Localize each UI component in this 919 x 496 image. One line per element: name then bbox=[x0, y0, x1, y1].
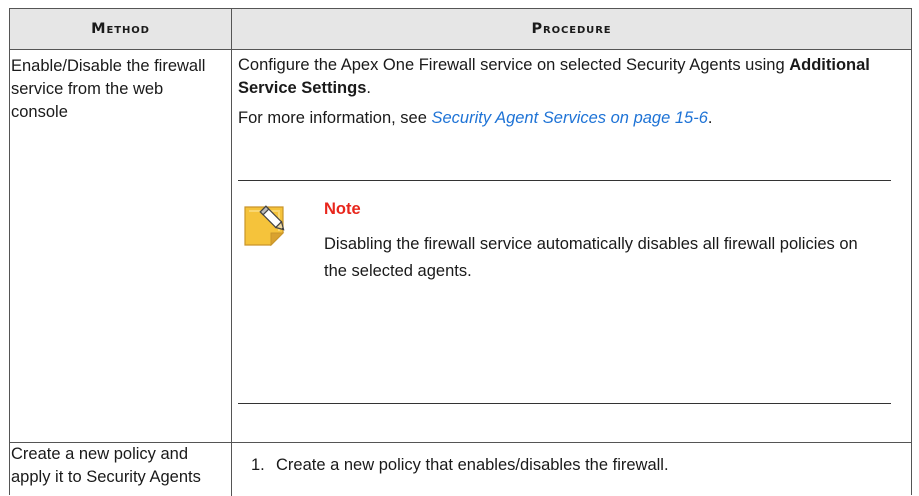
note-bottom-rule bbox=[238, 403, 891, 404]
row2-method: Create a new policy and apply it to Secu… bbox=[11, 445, 201, 486]
security-agent-services-link[interactable]: Security Agent Services on page 15-6 bbox=[432, 109, 708, 127]
note-title: Note bbox=[324, 200, 361, 218]
step1-number: 1. bbox=[251, 456, 265, 474]
table-header: Method Procedure bbox=[10, 9, 911, 50]
note-pencil-icon bbox=[244, 205, 285, 247]
header-method: Method bbox=[91, 21, 150, 37]
step1-text: Create a new policy that enables/disable… bbox=[276, 456, 669, 474]
column-divider bbox=[231, 9, 232, 496]
note-body: Disabling the firewall service automatic… bbox=[324, 235, 858, 280]
header-procedure: Procedure bbox=[531, 21, 612, 37]
row1-procedure-paragraph1: Configure the Apex One Firewall service … bbox=[238, 56, 870, 97]
row1-procedure-paragraph2: For more information, see Security Agent… bbox=[238, 109, 713, 127]
note-top-rule bbox=[238, 180, 891, 181]
row1-method: Enable/Disable the firewall service from… bbox=[11, 57, 206, 121]
